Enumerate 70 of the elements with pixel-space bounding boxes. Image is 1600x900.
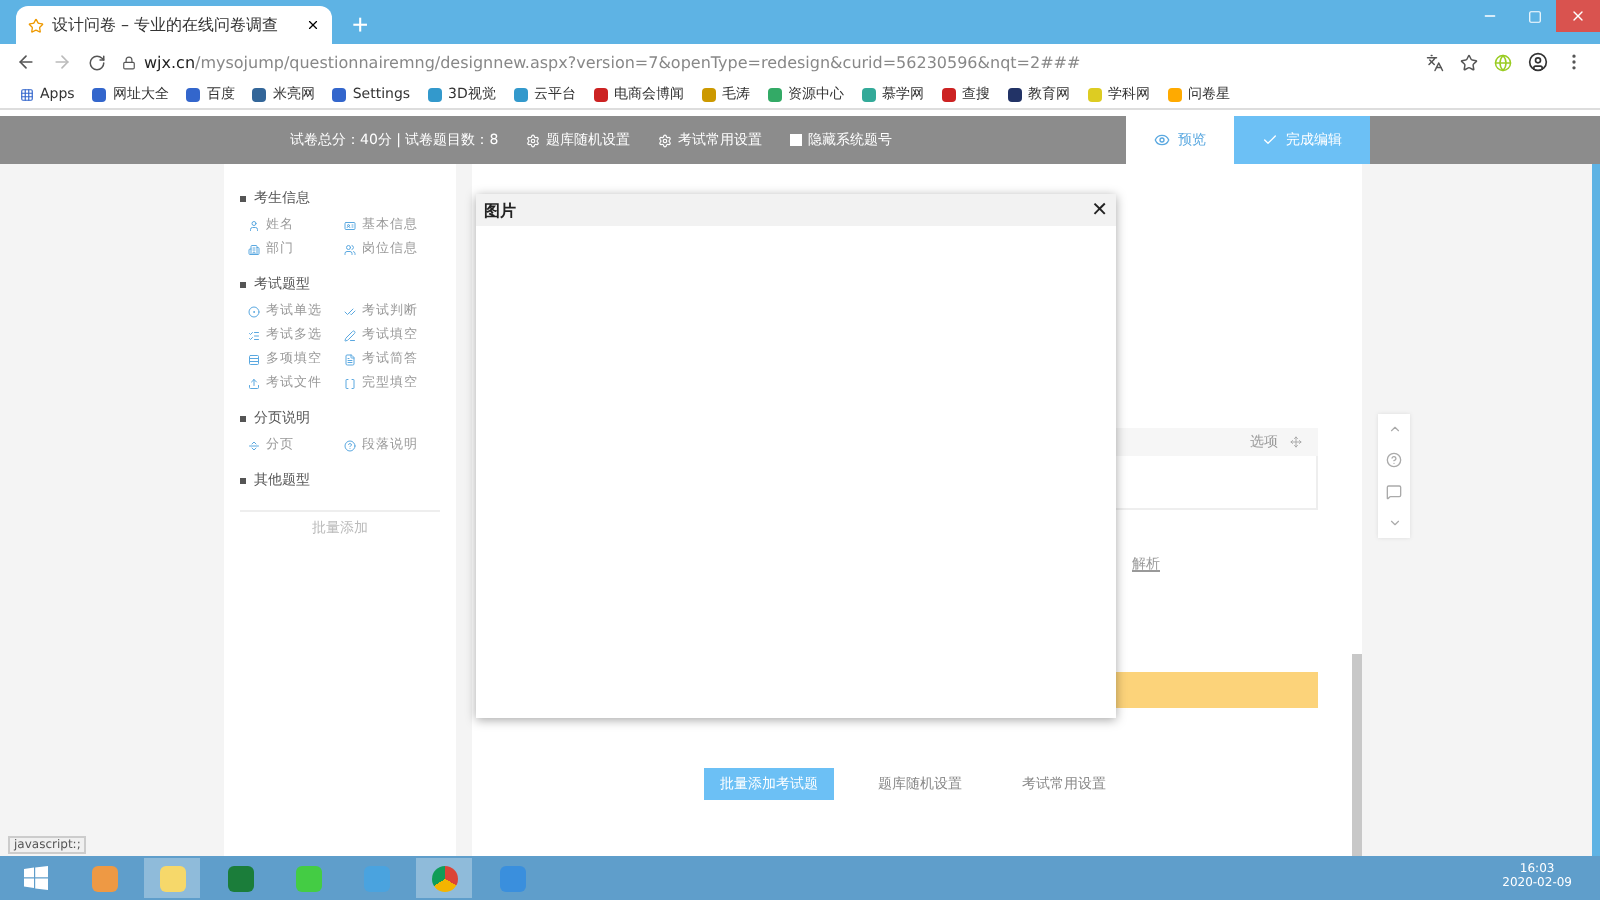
bookmark-star-icon[interactable] [1460, 53, 1478, 71]
close-icon [1570, 8, 1586, 24]
move-icon[interactable] [1290, 436, 1302, 448]
check-icon [1262, 132, 1278, 148]
list-check-icon [248, 329, 260, 341]
dialog-title: 图片 [484, 199, 516, 221]
card-icon [344, 219, 356, 231]
app-icon [499, 865, 525, 891]
site-icon [861, 87, 876, 101]
tab-title: 设计问卷 – 专业的在线问卷调查 [52, 14, 281, 36]
extension-icon[interactable] [1494, 53, 1512, 71]
question-icon [344, 439, 356, 451]
building-icon [248, 243, 260, 255]
bullet-icon [240, 415, 246, 421]
close-icon[interactable] [306, 18, 320, 32]
people-icon [344, 243, 356, 255]
site-icon [332, 87, 347, 101]
new-tab-button[interactable]: + [344, 6, 377, 44]
down-icon[interactable] [1387, 516, 1401, 530]
app-icon [295, 865, 321, 891]
maximize-icon [1527, 9, 1541, 23]
lock-icon [122, 55, 136, 69]
site-icon [1007, 87, 1022, 101]
app-icon [159, 865, 185, 891]
site-icon [701, 87, 716, 101]
brackets-icon [344, 377, 356, 389]
forward-icon[interactable] [52, 52, 72, 72]
site-icon [428, 87, 443, 101]
windows-icon [24, 866, 48, 890]
translate-icon[interactable] [1426, 53, 1444, 71]
site-icon [186, 87, 201, 101]
site-icon [767, 87, 782, 101]
apps-grid-icon [20, 87, 34, 101]
site-icon [1087, 87, 1102, 101]
help-icon[interactable] [1386, 452, 1402, 468]
site-icon [593, 87, 608, 101]
profile-icon[interactable] [1528, 52, 1548, 72]
person-icon [248, 219, 260, 231]
checkbox-square [790, 134, 803, 146]
app-icon [431, 865, 457, 891]
pen-icon [344, 329, 356, 341]
document-icon [344, 353, 356, 365]
radio-icon [248, 305, 260, 317]
app-icon [91, 865, 117, 891]
comment-icon[interactable] [1386, 484, 1402, 500]
browser-tab[interactable]: 设计问卷 – 专业的在线问卷调查 [16, 6, 332, 44]
back-icon[interactable] [16, 52, 36, 72]
site-icon [92, 87, 107, 101]
rows-icon [248, 353, 260, 365]
star-icon [28, 17, 44, 33]
bullet-icon [240, 281, 246, 287]
bullet-icon [240, 477, 246, 483]
site-icon [513, 87, 528, 101]
gear-icon [658, 133, 673, 147]
upload-icon [248, 377, 260, 389]
reload-icon[interactable] [88, 53, 106, 71]
site-icon [1167, 87, 1182, 101]
up-icon[interactable] [1387, 422, 1401, 436]
taskbar-app[interactable] [416, 858, 472, 898]
separator-icon [248, 439, 260, 451]
taskbar-app[interactable] [144, 858, 200, 898]
site-icon [252, 87, 267, 101]
app-icon [227, 865, 253, 891]
close-button[interactable]: ✕ [1091, 199, 1108, 221]
gear-icon [526, 133, 541, 147]
eye-icon [1154, 132, 1170, 148]
bullet-icon [240, 195, 246, 201]
double-check-icon [344, 305, 356, 317]
close-window-button[interactable] [1556, 0, 1600, 32]
site-icon [941, 87, 956, 101]
